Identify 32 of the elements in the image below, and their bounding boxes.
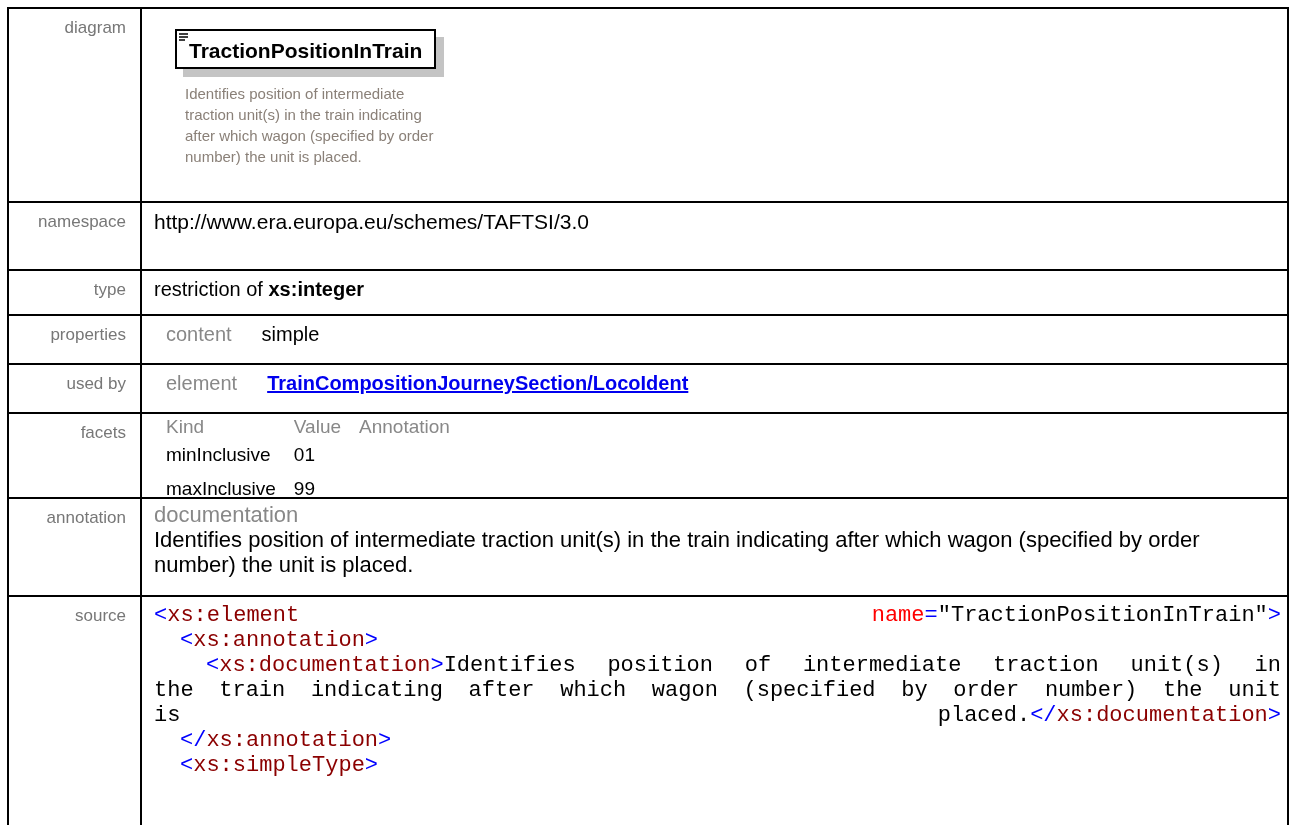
element-link[interactable]: TrainCompositionJourneySection/LocoIdent — [267, 372, 689, 412]
facet-kind: maxInclusive — [166, 477, 276, 500]
column-header: Annotation — [359, 416, 450, 438]
type-value: restriction of xs:integer — [154, 278, 365, 300]
element-description: Identifies position of intermediate traction unit(s) in the train indicating after which wagon (specified by order number) the unit is placed. — [185, 84, 435, 167]
code-line: <xs:annotation> — [180, 628, 380, 653]
code-line: </xs:annotation> — [180, 728, 393, 753]
facet-kind: minInclusive — [166, 444, 272, 466]
column-header: Value — [293, 416, 341, 438]
row-label: properties — [50, 325, 126, 344]
column-header: Kind — [166, 416, 206, 438]
code-line: <xs:documentation>Identifies position of intermediate traction unit(s) in — [206, 653, 1281, 678]
property-name: content — [166, 323, 232, 347]
row-label: source — [74, 606, 126, 625]
facet-value: 99 — [293, 477, 316, 500]
row-label: type — [93, 280, 126, 299]
used-by-kind: element — [166, 372, 238, 396]
namespace-value: http://www.era.europa.eu/schemes/TAFTSI/3.0 — [154, 210, 589, 233]
documentation-text: Identifies position of intermediate traction unit(s) in the train indicating after which wagon (specified by order number) the unit is placed. — [154, 527, 1201, 577]
code-line: <xs:element name="TractionPositionInTrain"> — [154, 603, 1281, 628]
lines-icon — [179, 33, 188, 41]
row-label: namespace — [38, 212, 126, 231]
row-label: used by — [66, 374, 126, 393]
property-value: simple — [261, 323, 320, 347]
row-label: diagram — [64, 18, 126, 37]
documentation-label: documentation — [154, 502, 300, 527]
code-line: the train indicating after which wagon (specified by order number) the unit — [154, 678, 1281, 703]
row-label: annotation — [46, 508, 126, 527]
code-line: is placed.</xs:documentation> — [154, 703, 1281, 728]
row-label: facets — [80, 423, 126, 442]
code-line: <xs:simpleType> — [180, 753, 380, 778]
facet-value: 01 — [293, 444, 316, 466]
